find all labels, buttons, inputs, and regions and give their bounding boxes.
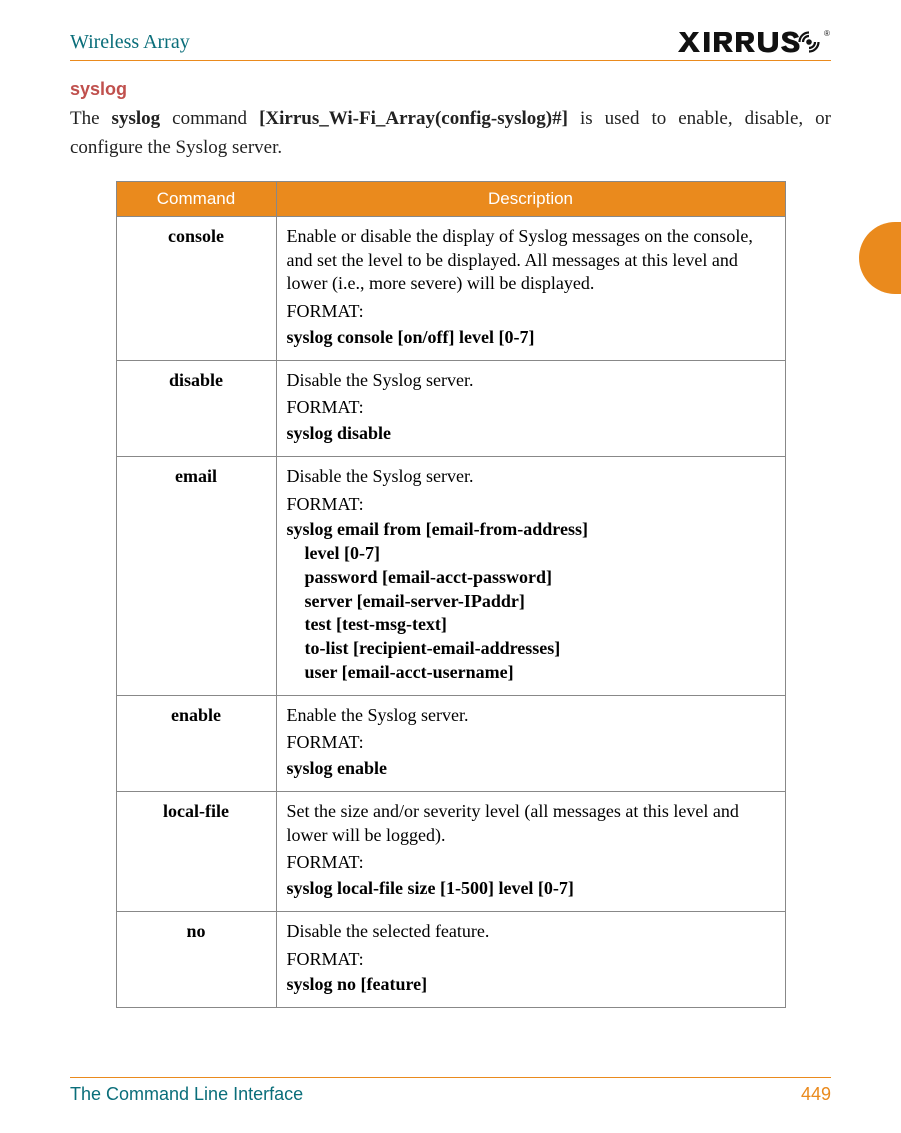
command-cell: local-file [116,791,276,911]
side-thumb-tab [859,222,901,294]
intro-paragraph: The syslog command [Xirrus_Wi-Fi_Array(c… [70,104,831,163]
table-header-row: Command Description [116,181,785,216]
format-subline: password [email-acct-password] [287,566,775,590]
table-row: enable Enable the Syslog server. FORMAT:sy… [116,695,785,791]
table-row: no Disable the selected feature. FORMAT:sy… [116,911,785,1007]
format-label: FORMAT: [287,300,775,324]
format-label: FORMAT: [287,396,775,420]
description-cell: Enable the Syslog server. FORMAT:syslog e… [276,695,785,791]
format-subline: user [email-acct-username] [287,661,775,685]
format-command: syslog console [on/off] level [0-7] [287,326,775,350]
description-text: Set the size and/or severity level (all … [287,800,775,848]
page-footer: The Command Line Interface 449 [70,1077,831,1105]
footer-page-number: 449 [801,1084,831,1105]
table-row: consoleEnable or disable the display of … [116,216,785,360]
format-command: syslog local-file size [1-500] level [0-… [287,877,775,901]
description-text: Disable the Syslog server. [287,369,775,393]
format-subline: to-list [recipient-email-addresses] [287,637,775,661]
format-subline: level [0-7] [287,542,775,566]
description-text: Enable the Syslog server. [287,704,775,728]
description-cell: Enable or disable the display of Syslog … [276,216,785,360]
intro-text-pre: The [70,108,112,129]
command-cell: console [116,216,276,360]
format-subline: test [test-msg-text] [287,613,775,637]
col-header-command: Command [116,181,276,216]
format-label: FORMAT: [287,948,775,972]
description-text: Disable the Syslog server. [287,465,775,489]
format-label: FORMAT: [287,493,775,517]
format-label: FORMAT: [287,731,775,755]
format-subline: server [email-server-IPaddr] [287,590,775,614]
description-cell: Disable the Syslog server. FORMAT:syslog … [276,360,785,456]
col-header-description: Description [276,181,785,216]
intro-command-name: syslog [112,108,161,129]
intro-text-mid: command [160,108,259,129]
table-row: email Disable the Syslog server. FORMAT:sy… [116,456,785,695]
description-text: Disable the selected feature. [287,920,775,944]
format-command: syslog disable [287,422,775,446]
svg-text:®: ® [824,29,830,38]
description-text: Enable or disable the display of Syslog … [287,225,775,296]
command-cell: email [116,456,276,695]
xirrus-logo-icon: ® [676,28,831,56]
format-command: syslog enable [287,757,775,781]
format-label: FORMAT: [287,851,775,875]
table-row: local-fileSet the size and/or severity l… [116,791,785,911]
intro-cli-prompt: [Xirrus_Wi-Fi_Array(config-syslog)#] [259,108,568,129]
command-cell: enable [116,695,276,791]
brand-logo: ® [676,28,831,56]
footer-section-title: The Command Line Interface [70,1084,303,1105]
description-cell: Disable the selected feature. FORMAT:sysl… [276,911,785,1007]
description-cell: Disable the Syslog server. FORMAT:syslog … [276,456,785,695]
command-cell: no [116,911,276,1007]
description-cell: Set the size and/or severity level (all … [276,791,785,911]
page-header: Wireless Array ® [70,28,831,61]
section-heading: syslog [70,79,831,100]
table-row: disable Disable the Syslog server. FORMAT:… [116,360,785,456]
command-cell: disable [116,360,276,456]
format-command: syslog email from [email-from-address] [287,518,775,542]
format-command: syslog no [feature] [287,973,775,997]
command-table: Command Description consoleEnable or dis… [116,181,786,1008]
header-title: Wireless Array [70,31,190,54]
